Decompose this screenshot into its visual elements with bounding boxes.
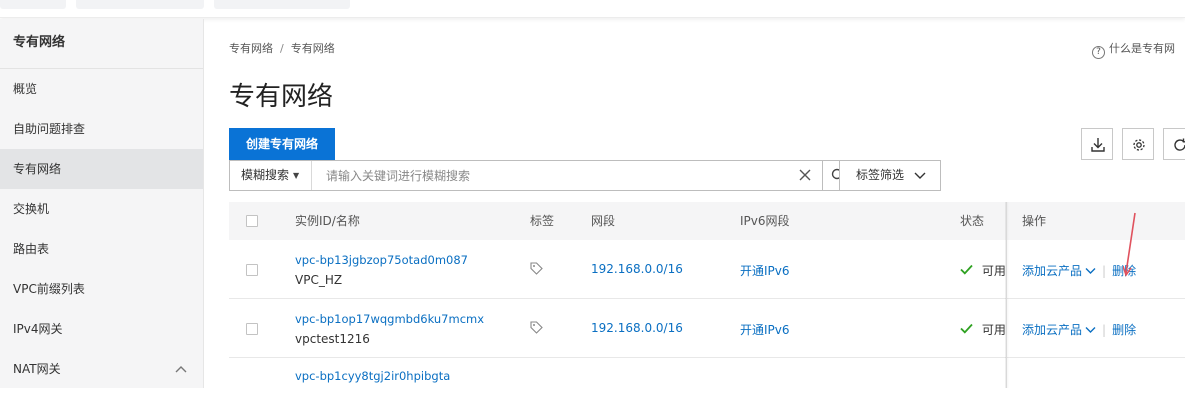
settings-button[interactable] bbox=[1122, 128, 1154, 160]
add-product-dropdown[interactable]: 添加云产品 bbox=[1022, 264, 1096, 278]
chevron-down-icon bbox=[914, 161, 926, 201]
column-header-tags: 标签 bbox=[530, 214, 555, 228]
gear-icon bbox=[1133, 139, 1145, 151]
status-available: 可用 bbox=[960, 262, 1006, 279]
check-icon bbox=[960, 264, 973, 275]
actions-column-shadow bbox=[1005, 202, 1009, 388]
row-checkbox[interactable] bbox=[246, 323, 258, 335]
row-actions: 添加云产品 | 删除 bbox=[1022, 321, 1136, 338]
annotation-arrow-icon bbox=[1123, 212, 1136, 277]
select-all-checkbox[interactable] bbox=[246, 215, 258, 227]
instance-id-link[interactable]: vpc-bp13jgbzop75otad0m087 bbox=[295, 253, 468, 267]
add-product-label: 添加云产品 bbox=[1022, 323, 1083, 337]
search-type-dropdown[interactable]: 模糊搜索 ▼ bbox=[230, 161, 312, 190]
breadcrumb-separator: / bbox=[280, 42, 284, 55]
main-content: 专有网络 / 专有网络 ? 什么是专有网 专有网络 创建专有网络 模糊搜索▼ 标签筛选 bbox=[205, 19, 1185, 388]
sidebar-item-nat-gateway[interactable]: NAT网关 bbox=[0, 349, 203, 389]
question-icon: ? bbox=[1092, 46, 1105, 59]
top-tab-1[interactable] bbox=[0, 0, 66, 9]
download-icon bbox=[1091, 138, 1105, 152]
status-available: 可用 bbox=[960, 321, 1006, 338]
tag-filter-dropdown[interactable]: 标签筛选 bbox=[839, 160, 941, 191]
sidebar: 专有网络 概览 自助问题排查 专有网络 交换机 路由表 VPC前缀列表 IPv4… bbox=[0, 19, 204, 388]
action-divider: | bbox=[1102, 323, 1107, 337]
sidebar-item-overview[interactable]: 概览 bbox=[0, 69, 203, 109]
instance-id-link[interactable]: vpc-bp1cyy8tgj2ir0hpibgta bbox=[295, 369, 450, 383]
search-type-label: 模糊搜索 bbox=[241, 168, 290, 182]
page-title: 专有网络 bbox=[229, 82, 334, 112]
sidebar-item-route-table[interactable]: 路由表 bbox=[0, 229, 203, 269]
chevron-up-icon[interactable] bbox=[175, 349, 187, 405]
column-header-status: 状态 bbox=[960, 214, 985, 228]
download-button[interactable] bbox=[1081, 128, 1113, 160]
add-product-label: 添加云产品 bbox=[1022, 264, 1083, 278]
status-text: 可用 bbox=[981, 264, 1006, 278]
column-header-cidr: 网段 bbox=[591, 214, 616, 228]
breadcrumb-item: 专有网络 bbox=[290, 42, 335, 55]
sidebar-item-vpc[interactable]: 专有网络 bbox=[0, 149, 203, 189]
search-input[interactable] bbox=[314, 161, 782, 190]
help-link-label: 什么是专有网 bbox=[1109, 42, 1175, 55]
chevron-down-icon bbox=[1085, 268, 1096, 274]
row-checkbox[interactable] bbox=[246, 264, 258, 276]
table-row: vpc-bp1op17wqgmbd6ku7mcmx vpctest1216 19… bbox=[229, 299, 1185, 358]
sidebar-item-label: NAT网关 bbox=[13, 362, 61, 376]
column-header-instance: 实例ID/名称 bbox=[295, 214, 360, 228]
tag-icon[interactable] bbox=[530, 321, 543, 337]
enable-ipv6-link[interactable]: 开通IPv6 bbox=[740, 321, 790, 338]
sidebar-item-vswitch[interactable]: 交换机 bbox=[0, 189, 203, 229]
sidebar-item-prefix-list[interactable]: VPC前缀列表 bbox=[0, 269, 203, 309]
sidebar-item-ipv4-gateway[interactable]: IPv4网关 bbox=[0, 309, 203, 349]
tag-icon[interactable] bbox=[530, 262, 543, 278]
sidebar-item-self-diagnosis[interactable]: 自助问题排查 bbox=[0, 109, 203, 149]
table-row: vpc-bp1cyy8tgj2ir0hpibgta bbox=[229, 358, 1185, 388]
add-product-dropdown[interactable]: 添加云产品 bbox=[1022, 323, 1096, 337]
instance-id-link[interactable]: vpc-bp1op17wqgmbd6ku7mcmx bbox=[295, 312, 484, 326]
action-divider: | bbox=[1102, 264, 1107, 278]
instance-name: vpctest1216 bbox=[295, 332, 370, 346]
refresh-icon bbox=[1174, 138, 1185, 151]
table-row: vpc-bp13jgbzop75otad0m087 VPC_HZ 192.168… bbox=[229, 240, 1185, 299]
cidr-link[interactable]: 192.168.0.0/16 bbox=[591, 321, 683, 335]
sidebar-title: 专有网络 bbox=[0, 19, 203, 69]
search-bar: 模糊搜索 ▼ bbox=[229, 160, 854, 191]
table-header: 实例ID/名称 标签 网段 IPv6网段 状态 操作 bbox=[229, 202, 1185, 240]
tag-filter-label: 标签筛选 bbox=[856, 168, 905, 182]
delete-link[interactable]: 删除 bbox=[1112, 323, 1136, 337]
refresh-button[interactable] bbox=[1163, 128, 1185, 160]
caret-down-icon: ▼ bbox=[293, 171, 300, 180]
top-navigation-bar bbox=[0, 0, 1185, 18]
create-vpc-button[interactable]: 创建专有网络 bbox=[229, 128, 335, 160]
row-actions: 添加云产品 | 删除 bbox=[1022, 262, 1136, 279]
chevron-down-icon bbox=[1085, 327, 1096, 333]
column-header-ipv6: IPv6网段 bbox=[740, 214, 790, 228]
breadcrumb: 专有网络 / 专有网络 bbox=[229, 40, 335, 56]
status-text: 可用 bbox=[981, 323, 1006, 337]
clear-icon[interactable] bbox=[799, 166, 811, 185]
instance-name: VPC_HZ bbox=[295, 273, 343, 287]
enable-ipv6-link[interactable]: 开通IPv6 bbox=[740, 262, 790, 279]
cidr-link[interactable]: 192.168.0.0/16 bbox=[591, 262, 683, 276]
top-tab-3[interactable] bbox=[214, 0, 350, 9]
check-icon bbox=[960, 323, 973, 334]
help-link[interactable]: ? 什么是专有网 bbox=[1092, 40, 1175, 59]
breadcrumb-item[interactable]: 专有网络 bbox=[229, 42, 273, 55]
column-header-actions: 操作 bbox=[1022, 214, 1047, 228]
top-tab-2[interactable] bbox=[76, 0, 204, 9]
